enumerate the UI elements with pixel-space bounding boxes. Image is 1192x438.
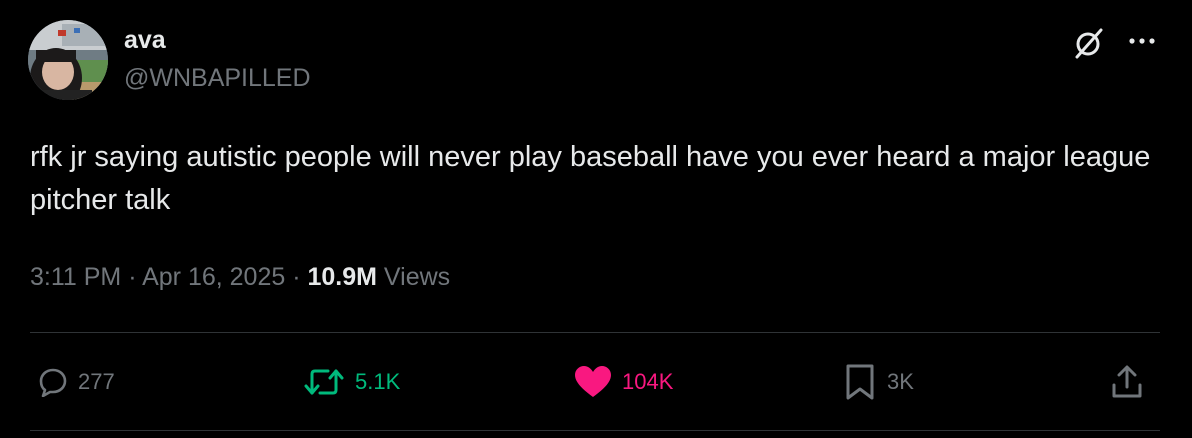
bookmark-count: 3K	[887, 369, 914, 394]
like-button[interactable]: 104K	[574, 362, 673, 402]
grok-slash-icon[interactable]	[1072, 26, 1106, 60]
divider	[30, 430, 1160, 431]
tweet-text: rfk jr saying autistic people will never…	[30, 141, 1151, 216]
views-label: Views	[383, 263, 451, 291]
bookmark-icon	[846, 364, 874, 400]
meta-separator: ·	[285, 263, 308, 291]
repost-button[interactable]: 5.1K	[303, 362, 400, 402]
repost-icon	[304, 369, 344, 395]
divider	[30, 332, 1160, 333]
reply-count: 277	[78, 369, 115, 394]
author-name[interactable]: ava	[124, 26, 166, 55]
tweet-date[interactable]: Apr 16, 2025	[142, 263, 285, 291]
meta-separator: ·	[121, 263, 143, 291]
bookmark-button[interactable]: 3K	[843, 362, 914, 402]
reply-button[interactable]: 277	[38, 362, 115, 402]
tweet-meta: 3:11 PM · Apr 16, 2025 · 10.9M Views	[30, 263, 450, 292]
views-count: 10.9M	[307, 263, 377, 291]
avatar[interactable]	[28, 20, 108, 100]
more-icon[interactable]	[1126, 26, 1160, 56]
avatar-photo	[28, 20, 108, 100]
share-icon	[1112, 365, 1142, 398]
like-icon	[575, 366, 611, 397]
reply-icon	[39, 368, 67, 397]
share-button[interactable]	[1110, 362, 1144, 402]
tweet-time[interactable]: 3:11 PM	[30, 263, 121, 291]
like-count: 104K	[622, 369, 674, 394]
repost-count: 5.1K	[355, 369, 401, 394]
author-handle[interactable]: @WNBAPILLED	[124, 64, 311, 93]
